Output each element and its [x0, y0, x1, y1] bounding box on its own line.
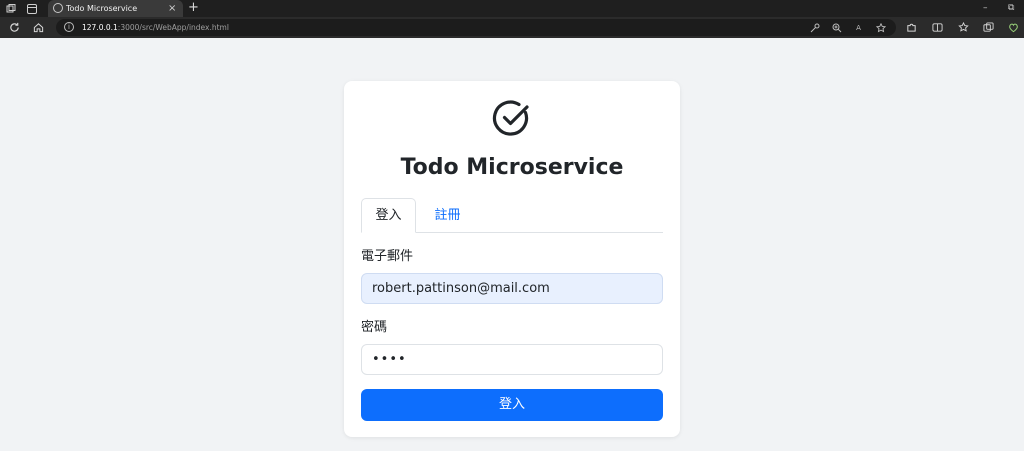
login-card: Todo Microservice 登入 註冊 電子郵件 robert.patt…: [344, 81, 680, 437]
tab-login[interactable]: 登入: [361, 198, 416, 233]
browser-tab-active[interactable]: Todo Microservice ×: [48, 0, 183, 17]
email-label: 電子郵件: [361, 249, 414, 264]
split-screen-icon[interactable]: [931, 21, 944, 34]
email-field[interactable]: robert.pattinson@mail.com: [361, 273, 663, 304]
tab-favicon-icon: [53, 3, 63, 13]
auth-tabs: 登入 註冊: [361, 198, 663, 233]
check-circle-icon: [492, 100, 529, 136]
tab-actions-icon[interactable]: [25, 2, 38, 15]
copilot-icon[interactable]: [1007, 21, 1020, 34]
browser-tab-strip: Todo Microservice × + – ⧉: [0, 0, 1024, 17]
password-label: 密碼: [361, 320, 388, 335]
app-title: Todo Microservice: [400, 155, 624, 180]
tab-register[interactable]: 註冊: [420, 198, 475, 233]
tab-close-icon[interactable]: ×: [168, 1, 176, 16]
favorite-icon[interactable]: [875, 22, 886, 33]
home-icon[interactable]: [32, 21, 45, 34]
tab-title: Todo Microservice: [66, 4, 138, 13]
address-bar[interactable]: i 127.0.0.1:3000/src/WebApp/index.html A: [56, 19, 896, 36]
extensions-icon[interactable]: [905, 21, 918, 34]
login-button[interactable]: 登入: [361, 389, 663, 421]
url-text: 127.0.0.1:3000/src/WebApp/index.html: [82, 23, 229, 32]
favorites-icon[interactable]: [957, 21, 970, 34]
browser-toolbar: i 127.0.0.1:3000/src/WebApp/index.html A: [0, 17, 1024, 38]
refresh-icon[interactable]: [8, 21, 21, 34]
read-aloud-icon[interactable]: A: [853, 22, 864, 33]
site-info-icon[interactable]: i: [64, 22, 74, 32]
minimize-button[interactable]: –: [983, 0, 988, 16]
workspaces-icon[interactable]: [4, 2, 17, 15]
key-icon[interactable]: [809, 22, 820, 33]
zoom-icon[interactable]: [831, 22, 842, 33]
restore-button[interactable]: ⧉: [1008, 0, 1014, 16]
new-tab-button[interactable]: +: [188, 0, 199, 16]
password-field[interactable]: ••••: [361, 344, 663, 375]
collections-icon[interactable]: [982, 21, 995, 34]
